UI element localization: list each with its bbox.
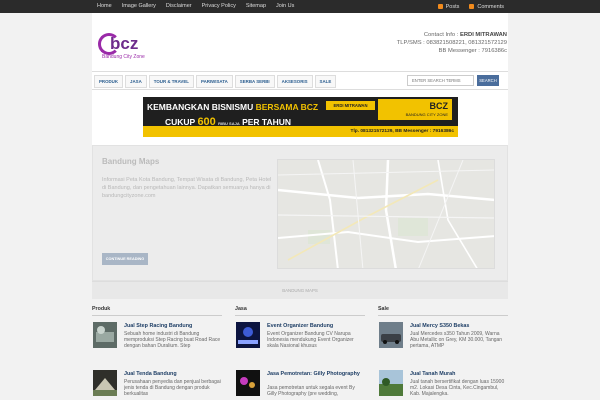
continue-reading-button[interactable]: CONTINUE READING: [102, 253, 148, 265]
topnav-image-gallery[interactable]: Image Gallery: [117, 0, 161, 13]
banner-headline: KEMBANGKAN BISNISMU BERSAMA BCZ: [147, 102, 318, 112]
list-item[interactable]: Jasa Pemotretan: Gilly Photography Jasa …: [235, 370, 365, 400]
banner-name-tag: ERDI MITRAWAN: [326, 101, 375, 110]
list-item[interactable]: Jual Tanah Murah Jual tanah bersertifika…: [378, 370, 508, 400]
search-input[interactable]: [407, 75, 474, 86]
main-nav: PRODUK JASA TOUR & TRAVEL PARIWISATA SER…: [92, 71, 508, 90]
post-thumbnail[interactable]: [93, 370, 117, 396]
feature-title[interactable]: Bandung Maps: [102, 157, 159, 166]
post-excerpt: Sebuah home industri di Bandung memprodu…: [124, 331, 221, 350]
ad-banner[interactable]: KEMBANGKAN BISNISMU BERSAMA BCZ CUKUP 60…: [143, 97, 458, 137]
feature-description: Informasi Peta Kota Bandung, Tempat Wisa…: [102, 177, 272, 199]
map-roads-graphic: [278, 160, 494, 268]
contact-phones: TLP/SMS : 083821508221, 081321572129: [396, 40, 507, 46]
post-title[interactable]: Jual Mercy S350 Bekas: [410, 323, 506, 330]
column-title[interactable]: Jasa: [235, 306, 365, 316]
column-produk: Produk Jual Step Racing Bandung Sebuah h…: [92, 306, 222, 400]
list-item[interactable]: Jual Step Racing Bandung Sebuah home ind…: [92, 322, 222, 364]
column-title[interactable]: Sale: [378, 306, 508, 316]
category-menu: PRODUK JASA TOUR & TRAVEL PARIWISATA SER…: [94, 75, 338, 88]
ad-area: KEMBANGKAN BISNISMU BERSAMA BCZ CUKUP 60…: [92, 90, 508, 145]
comments-feed-label: Comments: [477, 3, 504, 10]
topnav-sitemap[interactable]: Sitemap: [241, 0, 271, 13]
rss-icon: [469, 4, 475, 9]
list-item[interactable]: Jual Mercy S350 Bekas Jual Mercedes s350…: [378, 322, 508, 364]
banner-headline-a: KEMBANGKAN BISNISMU: [147, 102, 256, 112]
top-nav: Home Image Gallery Disclaimer Privacy Po…: [92, 0, 299, 13]
map-image[interactable]: [277, 159, 495, 269]
banner-headline-b: BERSAMA BCZ: [255, 102, 319, 112]
menu-serba-serbi[interactable]: SERBA SERBI: [234, 75, 275, 88]
post-thumbnail[interactable]: [236, 370, 260, 396]
column-title[interactable]: Produk: [92, 306, 222, 316]
post-title[interactable]: Jasa Pemotretan: Gilly Photography: [267, 371, 363, 378]
menu-produk[interactable]: PRODUK: [94, 75, 124, 88]
posts-feed-label: Posts: [445, 3, 460, 10]
post-excerpt: Perusahaan penyedia dan penjual berbagai…: [124, 379, 221, 398]
list-item[interactable]: Jual Tenda Bandung Perusahaan penyedia d…: [92, 370, 222, 400]
menu-jasa[interactable]: JASA: [125, 75, 147, 88]
site-logo[interactable]: bcz Bandung City Zone: [98, 33, 168, 63]
topnav-privacy-policy[interactable]: Privacy Policy: [197, 0, 241, 13]
logo-text: bcz: [110, 34, 139, 53]
post-thumbnail[interactable]: [379, 322, 403, 348]
search-button[interactable]: SEARCH: [477, 75, 499, 86]
slider-caption[interactable]: BANDUNG MAPS: [92, 282, 508, 300]
menu-aksesoris[interactable]: AKSESORIS: [276, 75, 313, 88]
post-excerpt: Event Organizer Bandung CV Narupa Indone…: [267, 331, 354, 350]
contact-info: Contact Info : ERDI MITRAWAN TLP/SMS : 0…: [397, 31, 507, 55]
comments-feed-link[interactable]: Comments: [469, 4, 504, 10]
contact-bbm: BB Messenger : 7916386c: [438, 48, 507, 54]
contact-name-line: Contact Info : ERDI MITRAWAN: [397, 31, 507, 39]
logo-subtitle: Bandung City Zone: [102, 54, 145, 60]
post-excerpt: Jual tanah bersertifikat dengan luas 159…: [410, 379, 505, 398]
contact-label: Contact Info :: [423, 32, 459, 38]
post-excerpt: Jual Mercedes s350 Tahun 2009, Warna Abu…: [410, 331, 503, 350]
post-excerpt: Jasa pemotretan untuk segala event By Gi…: [267, 385, 355, 398]
post-thumbnail[interactable]: [236, 322, 260, 348]
top-bar: [0, 0, 600, 13]
post-title[interactable]: Jual Tanah Murah: [410, 371, 506, 378]
column-jasa: Jasa Event Organizer Bandung Event Organ…: [235, 306, 365, 400]
banner-contact: Tlp. 081321572129, BB Messenger : 791638…: [143, 126, 458, 137]
post-thumbnail[interactable]: [93, 322, 117, 348]
feed-links: Posts Comments: [428, 0, 504, 13]
column-sale: Sale Jual Mercy S350 Bekas Jual Mercedes…: [378, 306, 508, 400]
banner-card: BCZ BANDUNG CITY ZONE: [378, 99, 452, 120]
post-title[interactable]: Event Organizer Bandung: [267, 323, 363, 330]
slider-caption-bar: BANDUNG MAPS: [92, 281, 508, 299]
menu-sale[interactable]: SALE: [314, 75, 337, 88]
category-columns: Produk Jual Step Racing Bandung Sebuah h…: [92, 306, 508, 400]
rss-icon: [437, 4, 443, 9]
topnav-disclaimer[interactable]: Disclaimer: [161, 0, 197, 13]
featured-slider: Bandung Maps Informasi Peta Kota Bandung…: [92, 145, 508, 281]
contact-name: ERDI MITRAWAN: [459, 32, 507, 38]
topnav-home[interactable]: Home: [92, 0, 117, 13]
list-item[interactable]: Event Organizer Bandung Event Organizer …: [235, 322, 365, 364]
post-thumbnail[interactable]: [379, 370, 403, 396]
site-header: bcz Bandung City Zone Contact Info : ERD…: [92, 13, 508, 71]
topnav-join-us[interactable]: Join Us: [271, 0, 299, 13]
banner-card-subtitle: BANDUNG CITY ZONE: [405, 112, 448, 117]
menu-tour-travel[interactable]: TOUR & TRAVEL: [148, 75, 194, 88]
posts-feed-link[interactable]: Posts: [437, 3, 460, 10]
post-title[interactable]: Jual Step Racing Bandung: [124, 323, 220, 330]
post-title[interactable]: Jual Tenda Bandung: [124, 371, 220, 378]
banner-card-title: BCZ: [429, 101, 449, 111]
menu-pariwisata[interactable]: PARIWISATA: [195, 75, 233, 88]
